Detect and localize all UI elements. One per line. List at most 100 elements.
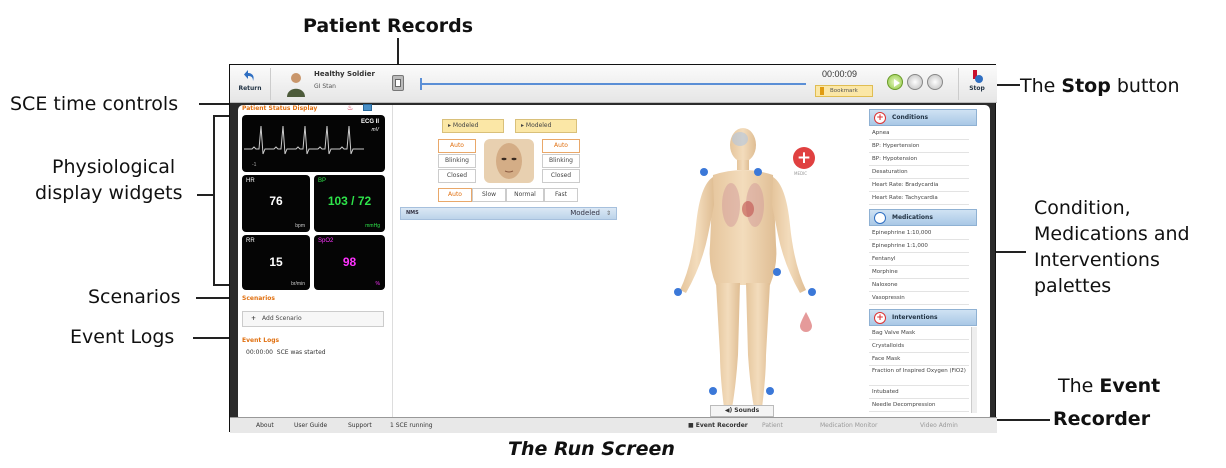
timeline-handle[interactable]	[420, 78, 422, 90]
left-eye-closed-button[interactable]: Closed	[438, 169, 476, 183]
footer-bar: About User Guide Support 1 SCE running ■…	[230, 417, 997, 433]
bp-widget[interactable]: BP 103 / 72 mmHg	[314, 175, 385, 232]
pulse-point-foot-right[interactable]	[766, 387, 774, 395]
right-eye-closed-button[interactable]: Closed	[542, 169, 580, 183]
patient-name: Healthy Soldier	[314, 70, 375, 78]
intervention-item[interactable]: Face Mask	[869, 353, 969, 366]
timeline-scrubber[interactable]	[420, 83, 806, 85]
condition-item[interactable]: Desaturation	[869, 166, 969, 179]
medication-item[interactable]: Vasopressin	[869, 292, 969, 305]
sce-running-status: 1 SCE running	[390, 422, 433, 429]
interventions-header[interactable]: + Interventions	[869, 309, 977, 326]
speaker-icon: ◀)	[724, 407, 733, 414]
patient-status-title: Patient Status Display	[242, 105, 318, 112]
condition-item[interactable]: Heart Rate: Tachycardia	[869, 192, 969, 205]
alarm-icon[interactable]: ♨	[347, 104, 355, 112]
nms-spinner-icon[interactable]: ⇕	[606, 208, 611, 219]
ecg-widget[interactable]: ECG II mV -1	[242, 115, 385, 172]
pause-icon[interactable]	[907, 74, 923, 90]
camera-icon: ■	[688, 422, 694, 429]
about-link[interactable]: About	[256, 422, 274, 429]
medication-item[interactable]: Epinephrine 1:10,000	[869, 227, 969, 240]
spo2-label: SpO2	[318, 238, 334, 244]
speed-normal-button[interactable]: Normal	[506, 188, 544, 202]
video-admin-button[interactable]: Video Admin	[920, 422, 958, 429]
callout-physiological-2: display widgets	[35, 182, 183, 204]
fast-forward-icon[interactable]	[927, 74, 943, 90]
hr-widget[interactable]: HR 76 bpm	[242, 175, 310, 232]
pulse-point-wrist-right[interactable]	[808, 288, 816, 296]
add-scenario-button[interactable]: + Add Scenario	[242, 311, 384, 327]
medications-header[interactable]: Medications	[869, 209, 977, 226]
monitor-icon[interactable]	[363, 104, 372, 111]
leader-line-physio	[197, 194, 213, 196]
pulse-point-arm-right[interactable]	[773, 268, 781, 276]
medication-item[interactable]: Fentanyl	[869, 253, 969, 266]
condition-item[interactable]: Heart Rate: Bradycardia	[869, 179, 969, 192]
intervention-item[interactable]: Crystalloids	[869, 340, 969, 353]
face-image	[484, 139, 534, 183]
left-eye-modeled-select[interactable]: ▸ Modeled	[442, 119, 504, 133]
body-figure[interactable]	[668, 125, 818, 417]
intervention-item[interactable]: Bag Valve Mask	[869, 327, 969, 340]
pulse-point-neck-right[interactable]	[754, 168, 762, 176]
medication-monitor-button[interactable]: Medication Monitor	[820, 422, 878, 429]
condition-item[interactable]: BP: Hypertension	[869, 140, 969, 153]
conditions-icon: +	[874, 112, 886, 124]
medication-item[interactable]: Naloxone	[869, 279, 969, 292]
medic-label: MEDIC	[794, 171, 808, 176]
right-eye-blinking-button[interactable]: Blinking	[542, 154, 580, 168]
callout-patient-records: Patient Records	[303, 15, 474, 37]
top-toolbar: Return Healthy Soldier GI Stan 00:00:09 …	[230, 65, 997, 103]
nms-value: Modeled	[570, 209, 600, 217]
blood-drop-icon[interactable]	[800, 312, 812, 332]
speed-auto-button[interactable]: Auto	[438, 188, 472, 202]
rr-label: RR	[246, 238, 255, 244]
pulse-point-foot-left[interactable]	[709, 387, 717, 395]
patient-records-icon[interactable]	[392, 75, 404, 91]
return-button[interactable]: Return	[236, 69, 264, 92]
callout-stop-button: The Stop button	[1020, 75, 1180, 97]
user-guide-link[interactable]: User Guide	[294, 422, 327, 429]
left-eye-blinking-button[interactable]: Blinking	[438, 154, 476, 168]
bracket-physio	[213, 115, 215, 285]
stop-button[interactable]: Stop	[964, 69, 990, 92]
play-icon[interactable]	[887, 74, 903, 90]
callout-event-recorder-2: Recorder	[1053, 408, 1151, 430]
medic-icon[interactable]: +	[793, 147, 815, 169]
right-eye-modeled-select[interactable]: ▸ Modeled	[515, 119, 577, 133]
patient-avatar	[286, 71, 306, 97]
pulse-point-neck-left[interactable]	[700, 168, 708, 176]
event-recorder-button[interactable]: ■ Event Recorder	[688, 422, 748, 429]
intervention-item[interactable]: Fraction of Inspired Oxygen (FiO2)	[869, 366, 969, 386]
medication-item[interactable]: Morphine	[869, 266, 969, 279]
return-arrow-icon	[244, 70, 254, 81]
palettes-column: + Conditions Apnea BP: Hypertension BP: …	[869, 105, 981, 417]
spo2-widget[interactable]: SpO2 98 %	[314, 235, 385, 290]
condition-item[interactable]: BP: Hypotension	[869, 153, 969, 166]
bookmark-button[interactable]: Bookmark	[815, 85, 873, 97]
condition-item[interactable]: Apnea	[869, 127, 969, 140]
scenarios-title: Scenarios	[242, 295, 275, 302]
intervention-item[interactable]: Needle Decompression	[869, 399, 969, 412]
pulse-point-arm-left[interactable]	[674, 288, 682, 296]
sounds-button[interactable]: ◀) Sounds	[710, 405, 774, 417]
patient-button[interactable]: Patient	[762, 422, 783, 429]
nms-row[interactable]: NMS Modeled ⇕	[400, 207, 617, 220]
ecg-waveform	[244, 125, 364, 155]
rr-widget[interactable]: RR 15 br/min	[242, 235, 310, 290]
speed-slow-button[interactable]: Slow	[472, 188, 506, 202]
intervention-item[interactable]: Intubated	[869, 386, 969, 399]
bookmark-icon	[820, 87, 824, 95]
bp-label: BP	[318, 178, 327, 184]
support-link[interactable]: Support	[348, 422, 372, 429]
interventions-scrollbar[interactable]	[971, 327, 977, 413]
rr-unit: br/min	[291, 281, 305, 287]
right-eye-auto-button[interactable]: Auto	[542, 139, 580, 153]
medication-item[interactable]: Epinephrine 1:1,000	[869, 240, 969, 253]
conditions-header[interactable]: + Conditions	[869, 109, 977, 126]
callout-palettes-2: Medications and	[1034, 223, 1190, 245]
left-eye-auto-button[interactable]: Auto	[438, 139, 476, 153]
speed-fast-button[interactable]: Fast	[544, 188, 578, 202]
medications-icon	[874, 212, 886, 224]
